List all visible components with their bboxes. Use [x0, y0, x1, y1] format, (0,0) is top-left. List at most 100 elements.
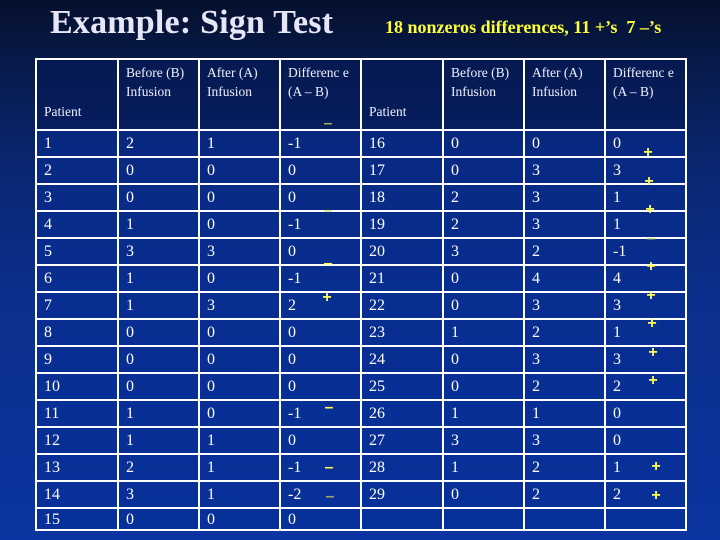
- patient-cell: 19: [360, 210, 444, 239]
- slide-title: Example: Sign Test: [50, 4, 334, 41]
- sign-mark-left: –: [323, 115, 333, 132]
- before-cell: 1: [442, 399, 525, 428]
- patient-cell: 17: [360, 156, 444, 185]
- before-cell: 0: [117, 507, 200, 531]
- sign-mark-left: –: [323, 202, 333, 219]
- after-cell: 1: [523, 399, 606, 428]
- patient-cell: 21: [360, 264, 444, 293]
- sign-mark-right: +: [646, 258, 656, 275]
- header-patient-right: Patient: [360, 58, 444, 131]
- sign-mark-right: +: [647, 315, 657, 332]
- before-cell: 0: [117, 183, 200, 212]
- after-cell: 2: [523, 372, 606, 401]
- table-row: 1 2 1 -1 16 0 0 0: [35, 129, 687, 158]
- before-cell: 3: [117, 480, 200, 509]
- after-cell: 2: [523, 480, 606, 509]
- header-after-right: After (A) Infusion: [523, 58, 606, 131]
- sign-test-table: Patient Before (B) Infusion After (A) In…: [35, 58, 687, 531]
- sign-mark-right: +: [644, 173, 654, 190]
- patient-cell: 20: [360, 237, 444, 266]
- after-cell: 0: [198, 183, 281, 212]
- difference-cell: [604, 507, 687, 531]
- patient-cell: 11: [35, 399, 119, 428]
- before-cell: 1: [117, 426, 200, 455]
- after-cell: 2: [523, 318, 606, 347]
- table-row: 12 1 1 0 27 3 3 0: [35, 426, 687, 455]
- sign-mark-left: –: [325, 488, 335, 505]
- patient-cell: 6: [35, 264, 119, 293]
- before-cell: 0: [442, 291, 525, 320]
- sign-mark-right: +: [646, 287, 656, 304]
- table-row: 5 3 3 0 20 3 2 -1: [35, 237, 687, 266]
- after-cell: 0: [198, 318, 281, 347]
- table-row: 10 0 0 0 25 0 2 2: [35, 372, 687, 401]
- patient-cell: 25: [360, 372, 444, 401]
- patient-cell: 5: [35, 237, 119, 266]
- header-before-right: Before (B) Infusion: [442, 58, 525, 131]
- table-row: 14 3 1 -2 29 0 2 2: [35, 480, 687, 509]
- after-cell: 3: [523, 426, 606, 455]
- difference-cell: 2: [604, 372, 687, 401]
- after-cell: 0: [198, 372, 281, 401]
- table-row: 13 2 1 -1 28 1 2 1: [35, 453, 687, 482]
- patient-cell: 4: [35, 210, 119, 239]
- difference-cell: 2: [604, 480, 687, 509]
- before-cell: 1: [442, 318, 525, 347]
- before-cell: 0: [442, 264, 525, 293]
- before-cell: 0: [117, 345, 200, 374]
- after-cell: 3: [523, 291, 606, 320]
- table-header-row: Patient Before (B) Infusion After (A) In…: [35, 58, 687, 131]
- before-cell: 0: [442, 345, 525, 374]
- before-cell: 0: [442, 372, 525, 401]
- before-cell: 2: [442, 183, 525, 212]
- patient-cell: 10: [35, 372, 119, 401]
- before-cell: 2: [442, 210, 525, 239]
- patient-cell: 13: [35, 453, 119, 482]
- difference-cell: 3: [604, 345, 687, 374]
- patient-cell: [360, 507, 444, 531]
- after-cell: 0: [198, 210, 281, 239]
- patient-cell: 2: [35, 156, 119, 185]
- after-cell: 3: [523, 156, 606, 185]
- difference-cell: 0: [279, 426, 362, 455]
- table-row: 7 1 3 2 22 0 3 3: [35, 291, 687, 320]
- sign-mark-left: –: [324, 459, 334, 476]
- sign-mark-left: +: [322, 289, 332, 306]
- after-cell: 4: [523, 264, 606, 293]
- patient-cell: 22: [360, 291, 444, 320]
- patient-cell: 16: [360, 129, 444, 158]
- table-row: 8 0 0 0 23 1 2 1: [35, 318, 687, 347]
- difference-cell: -1: [279, 129, 362, 158]
- after-cell: 1: [198, 426, 281, 455]
- header-difference-right: Differenc e (A – B): [604, 58, 687, 131]
- table-row: 9 0 0 0 24 0 3 3: [35, 345, 687, 374]
- patient-cell: 15: [35, 507, 119, 531]
- after-cell: 0: [198, 264, 281, 293]
- before-cell: 1: [117, 399, 200, 428]
- difference-cell: -2: [279, 480, 362, 509]
- before-cell: 0: [117, 372, 200, 401]
- after-cell: 0: [523, 129, 606, 158]
- difference-cell: 1: [604, 453, 687, 482]
- difference-cell: -1: [279, 210, 362, 239]
- after-cell: 1: [198, 453, 281, 482]
- patient-cell: 28: [360, 453, 444, 482]
- before-cell: 3: [117, 237, 200, 266]
- header-before-left: Before (B) Infusion: [117, 58, 200, 131]
- before-cell: 0: [117, 156, 200, 185]
- patient-cell: 1: [35, 129, 119, 158]
- table-row: 15 0 0 0: [35, 507, 687, 531]
- before-cell: 2: [117, 453, 200, 482]
- before-cell: [442, 507, 525, 531]
- after-cell: 0: [198, 507, 281, 531]
- patient-cell: 24: [360, 345, 444, 374]
- header-patient-left: Patient: [35, 58, 119, 131]
- difference-cell: 0: [279, 156, 362, 185]
- difference-cell: 0: [604, 426, 687, 455]
- difference-cell: 0: [279, 183, 362, 212]
- table-row: 2 0 0 0 17 0 3 3: [35, 156, 687, 185]
- patient-cell: 9: [35, 345, 119, 374]
- table-row: 4 1 0 -1 19 2 3 1: [35, 210, 687, 239]
- patient-cell: 14: [35, 480, 119, 509]
- sign-mark-right: –: [646, 230, 656, 247]
